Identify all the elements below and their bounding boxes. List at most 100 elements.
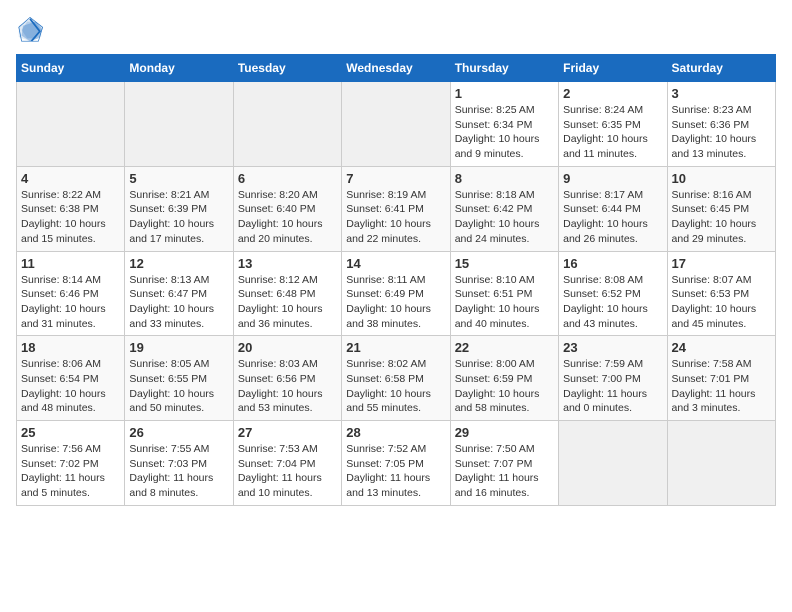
calendar-week-1: 4 Sunrise: 8:22 AM Sunset: 6:38 PM Daylig… [17,166,776,251]
day-info: Sunrise: 7:59 AM Sunset: 7:00 PM Dayligh… [563,357,662,416]
calendar-cell: 23Sunrise: 7:59 AM Sunset: 7:00 PM Dayli… [559,336,667,421]
day-number: 12 [129,256,228,271]
day-info: Sunrise: 8:03 AM Sunset: 6:56 PM Dayligh… [238,357,337,416]
calendar-cell: 25 Sunrise: 7:56 AM Sunset: 7:02 PM Dayli… [17,421,125,506]
day-number: 22 [455,340,554,355]
calendar-cell: 19Sunrise: 8:05 AM Sunset: 6:55 PM Dayli… [125,336,233,421]
calendar-cell [559,421,667,506]
logo [16,16,48,44]
day-header-saturday: Saturday [667,55,775,82]
calendar-cell: 21 Sunrise: 8:02 AM Sunset: 6:58 PM Dayli… [342,336,450,421]
calendar-cell: 9 Sunrise: 8:17 AM Sunset: 6:44 PM Daylig… [559,166,667,251]
calendar-week-4: 25 Sunrise: 7:56 AM Sunset: 7:02 PM Dayli… [17,421,776,506]
calendar-cell: 5 Sunrise: 8:21 AM Sunset: 6:39 PM Daylig… [125,166,233,251]
calendar-cell: 13 Sunrise: 8:12 AM Sunset: 6:48 PM Dayli… [233,251,341,336]
day-info: Sunrise: 7:50 AM Sunset: 7:07 PM Dayligh… [455,442,554,501]
day-info: Sunrise: 8:22 AM Sunset: 6:38 PM Dayligh… [21,188,120,247]
day-info: Sunrise: 8:11 AM Sunset: 6:49 PM Dayligh… [346,273,445,332]
day-info: Sunrise: 8:05 AM Sunset: 6:55 PM Dayligh… [129,357,228,416]
day-number: 17 [672,256,771,271]
day-number: 26 [129,425,228,440]
day-header-friday: Friday [559,55,667,82]
day-info: Sunrise: 8:20 AM Sunset: 6:40 PM Dayligh… [238,188,337,247]
day-info: Sunrise: 8:00 AM Sunset: 6:59 PM Dayligh… [455,357,554,416]
day-number: 18 [21,340,120,355]
day-info: Sunrise: 8:18 AM Sunset: 6:42 PM Dayligh… [455,188,554,247]
day-header-thursday: Thursday [450,55,558,82]
day-number: 15 [455,256,554,271]
day-number: 11 [21,256,120,271]
day-header-sunday: Sunday [17,55,125,82]
day-number: 25 [21,425,120,440]
calendar-cell: 4 Sunrise: 8:22 AM Sunset: 6:38 PM Daylig… [17,166,125,251]
calendar-cell: 18 Sunrise: 8:06 AM Sunset: 6:54 PM Dayli… [17,336,125,421]
day-info: Sunrise: 8:14 AM Sunset: 6:46 PM Dayligh… [21,273,120,332]
calendar-header-row: SundayMondayTuesdayWednesdayThursdayFrid… [17,55,776,82]
calendar-week-2: 11 Sunrise: 8:14 AM Sunset: 6:46 PM Dayli… [17,251,776,336]
calendar-cell: 8 Sunrise: 8:18 AM Sunset: 6:42 PM Daylig… [450,166,558,251]
day-info: Sunrise: 7:55 AM Sunset: 7:03 PM Dayligh… [129,442,228,501]
page-header [16,16,776,44]
day-info: Sunrise: 8:13 AM Sunset: 6:47 PM Dayligh… [129,273,228,332]
day-info: Sunrise: 8:10 AM Sunset: 6:51 PM Dayligh… [455,273,554,332]
day-number: 13 [238,256,337,271]
day-info: Sunrise: 8:02 AM Sunset: 6:58 PM Dayligh… [346,357,445,416]
calendar-cell: 22 Sunrise: 8:00 AM Sunset: 6:59 PM Dayli… [450,336,558,421]
calendar-cell: 17 Sunrise: 8:07 AM Sunset: 6:53 PM Dayli… [667,251,775,336]
day-info: Sunrise: 7:53 AM Sunset: 7:04 PM Dayligh… [238,442,337,501]
calendar-cell: 6 Sunrise: 8:20 AM Sunset: 6:40 PM Daylig… [233,166,341,251]
day-number: 5 [129,171,228,186]
calendar-week-3: 18 Sunrise: 8:06 AM Sunset: 6:54 PM Dayli… [17,336,776,421]
day-info: Sunrise: 8:24 AM Sunset: 6:35 PM Dayligh… [563,103,662,162]
day-info: Sunrise: 7:52 AM Sunset: 7:05 PM Dayligh… [346,442,445,501]
day-info: Sunrise: 8:21 AM Sunset: 6:39 PM Dayligh… [129,188,228,247]
day-number: 10 [672,171,771,186]
day-number: 27 [238,425,337,440]
day-number: 21 [346,340,445,355]
day-number: 6 [238,171,337,186]
day-info: Sunrise: 8:25 AM Sunset: 6:34 PM Dayligh… [455,103,554,162]
calendar-week-0: 1 Sunrise: 8:25 AM Sunset: 6:34 PM Daylig… [17,82,776,167]
day-info: Sunrise: 8:17 AM Sunset: 6:44 PM Dayligh… [563,188,662,247]
day-info: Sunrise: 8:23 AM Sunset: 6:36 PM Dayligh… [672,103,771,162]
day-number: 14 [346,256,445,271]
day-number: 7 [346,171,445,186]
calendar-cell: 11 Sunrise: 8:14 AM Sunset: 6:46 PM Dayli… [17,251,125,336]
day-info: Sunrise: 8:07 AM Sunset: 6:53 PM Dayligh… [672,273,771,332]
calendar-cell [342,82,450,167]
day-info: Sunrise: 8:08 AM Sunset: 6:52 PM Dayligh… [563,273,662,332]
calendar-cell: 26 Sunrise: 7:55 AM Sunset: 7:03 PM Dayli… [125,421,233,506]
calendar-cell [125,82,233,167]
day-number: 29 [455,425,554,440]
day-info: Sunrise: 8:16 AM Sunset: 6:45 PM Dayligh… [672,188,771,247]
day-number: 28 [346,425,445,440]
calendar-cell: 24 Sunrise: 7:58 AM Sunset: 7:01 PM Dayli… [667,336,775,421]
day-header-wednesday: Wednesday [342,55,450,82]
calendar-cell: 3Sunrise: 8:23 AM Sunset: 6:36 PM Daylig… [667,82,775,167]
calendar-cell: 14 Sunrise: 8:11 AM Sunset: 6:49 PM Dayli… [342,251,450,336]
calendar-cell: 10 Sunrise: 8:16 AM Sunset: 6:45 PM Dayli… [667,166,775,251]
calendar-table: SundayMondayTuesdayWednesdayThursdayFrid… [16,54,776,506]
day-header-monday: Monday [125,55,233,82]
day-number: 20 [238,340,337,355]
day-info: Sunrise: 8:19 AM Sunset: 6:41 PM Dayligh… [346,188,445,247]
calendar-cell [233,82,341,167]
day-number: 24 [672,340,771,355]
day-number: 4 [21,171,120,186]
day-info: Sunrise: 7:56 AM Sunset: 7:02 PM Dayligh… [21,442,120,501]
day-info: Sunrise: 7:58 AM Sunset: 7:01 PM Dayligh… [672,357,771,416]
day-number: 1 [455,86,554,101]
calendar-cell [667,421,775,506]
day-number: 2 [563,86,662,101]
calendar-cell: 2 Sunrise: 8:24 AM Sunset: 6:35 PM Daylig… [559,82,667,167]
calendar-cell: 7 Sunrise: 8:19 AM Sunset: 6:41 PM Daylig… [342,166,450,251]
day-info: Sunrise: 8:12 AM Sunset: 6:48 PM Dayligh… [238,273,337,332]
calendar-cell: 1 Sunrise: 8:25 AM Sunset: 6:34 PM Daylig… [450,82,558,167]
day-info: Sunrise: 8:06 AM Sunset: 6:54 PM Dayligh… [21,357,120,416]
calendar-cell: 29 Sunrise: 7:50 AM Sunset: 7:07 PM Dayli… [450,421,558,506]
day-number: 8 [455,171,554,186]
calendar-cell: 16Sunrise: 8:08 AM Sunset: 6:52 PM Dayli… [559,251,667,336]
calendar-cell: 27 Sunrise: 7:53 AM Sunset: 7:04 PM Dayli… [233,421,341,506]
day-number: 9 [563,171,662,186]
calendar-cell: 28 Sunrise: 7:52 AM Sunset: 7:05 PM Dayli… [342,421,450,506]
